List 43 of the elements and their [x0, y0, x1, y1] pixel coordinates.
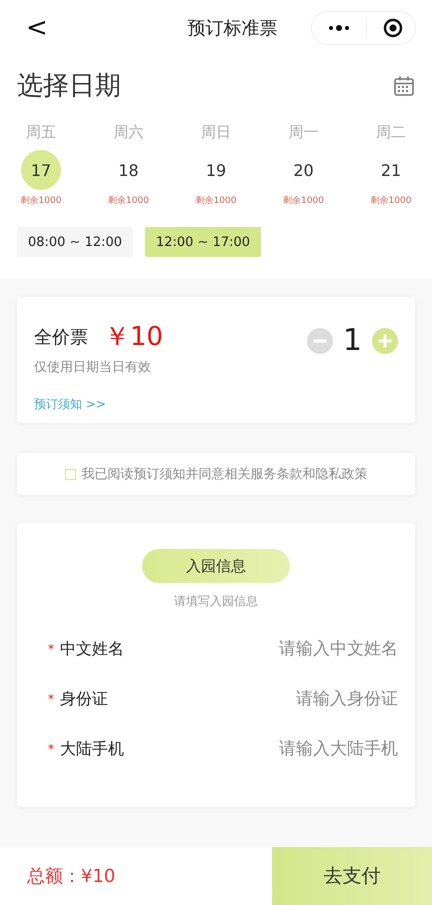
time-slot-option[interactable]: 12:00 ~ 17:00: [145, 227, 261, 257]
weekday-label: 周二: [376, 123, 406, 142]
field-label: 身份证: [60, 688, 109, 710]
remaining-count: 剩余1000: [370, 194, 412, 207]
remaining-count: 剩余1000: [108, 194, 149, 207]
capsule-control[interactable]: [311, 11, 416, 45]
time-slot-option[interactable]: 08:00 ~ 12:00: [17, 227, 133, 257]
date-option[interactable]: 19: [196, 150, 236, 190]
section-subtitle: 请填写入园信息: [174, 593, 258, 610]
page-title: 预订标准票: [186, 17, 278, 40]
weekday-label: 周五: [26, 123, 56, 142]
weekday-label: 周日: [201, 123, 231, 142]
date-option[interactable]: 17: [21, 150, 61, 190]
total-amount: 总额：¥10: [26, 865, 116, 888]
input-field[interactable]: 请输入身份证: [170, 689, 398, 709]
remaining-count: 剩余1000: [20, 194, 62, 207]
ticket-name: 全价票: [34, 326, 88, 348]
required-mark: *: [48, 742, 54, 756]
remaining-count: 剩余1000: [283, 194, 324, 207]
agreement-text: 我已阅读预订须知并同意相关服务条款和隐私政策: [82, 466, 368, 483]
section-badge: 入园信息: [142, 549, 290, 583]
back-button[interactable]: <: [20, 13, 54, 43]
quantity-value: 1: [342, 323, 362, 358]
validity-note: 仅使用日期当日有效: [34, 359, 152, 376]
remaining-count: 剩余1000: [196, 194, 236, 207]
ticket-price: ￥10: [104, 321, 164, 354]
weekday-label: 周六: [114, 123, 144, 142]
required-mark: *: [48, 692, 54, 706]
date-option[interactable]: 20: [284, 150, 324, 190]
date-option[interactable]: 21: [371, 150, 411, 190]
input-field[interactable]: 请输入大陆手机: [170, 739, 398, 759]
field-label: 大陆手机: [60, 738, 125, 760]
field-label: 中文姓名: [60, 638, 125, 660]
input-field[interactable]: 请输入中文姓名: [170, 639, 398, 659]
more-icon[interactable]: [328, 24, 350, 32]
weekday-label: 周一: [288, 123, 318, 142]
agreement-checkbox[interactable]: [64, 468, 76, 480]
calendar-icon[interactable]: [393, 74, 415, 96]
close-target-icon[interactable]: [383, 18, 403, 38]
date-option[interactable]: 18: [108, 150, 148, 190]
section-title: 选择日期: [17, 70, 121, 103]
required-mark: *: [48, 642, 54, 656]
pay-button[interactable]: 去支付: [272, 847, 432, 905]
